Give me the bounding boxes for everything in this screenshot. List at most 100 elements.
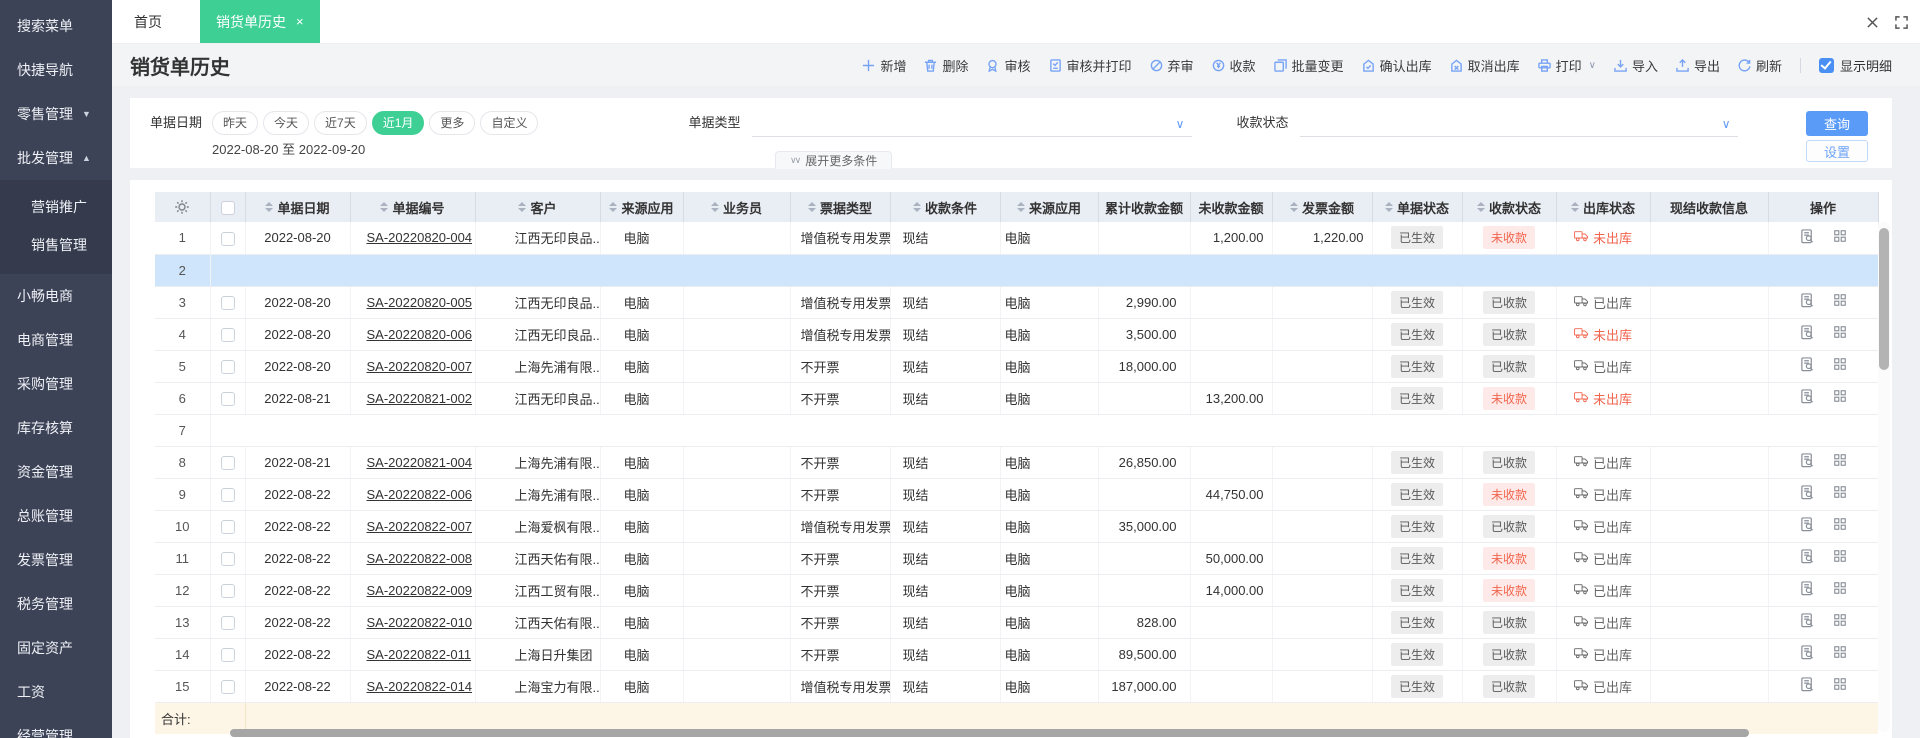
row-checkbox[interactable] xyxy=(220,391,235,406)
column-header-3[interactable]: 来源应用 xyxy=(600,192,684,222)
row-checkbox[interactable] xyxy=(220,615,235,630)
receive-payment-button[interactable]: 收款 xyxy=(1212,56,1256,75)
cancel-outbound-button[interactable]: 取消出库 xyxy=(1450,56,1520,75)
vertical-scrollbar-thumb[interactable] xyxy=(1879,228,1889,370)
column-header-9[interactable]: 未收款金额 xyxy=(1190,192,1273,222)
more-actions-grid-icon[interactable] xyxy=(1833,357,1847,372)
more-actions-grid-icon[interactable] xyxy=(1833,677,1847,692)
view-detail-icon[interactable] xyxy=(1800,581,1815,596)
sidebar-item-13[interactable]: 税务管理 xyxy=(0,582,112,626)
column-header-8[interactable]: 累计收款金额 xyxy=(1098,192,1191,222)
sidebar-item-15[interactable]: 工资 xyxy=(0,670,112,714)
row-checkbox[interactable] xyxy=(220,679,235,694)
date-preset-4[interactable]: 更多 xyxy=(429,111,476,135)
row-checkbox[interactable] xyxy=(220,295,235,310)
more-actions-grid-icon[interactable] xyxy=(1833,645,1847,660)
doc-no-link[interactable]: SA-20220822-006 xyxy=(367,487,473,502)
more-actions-grid-icon[interactable] xyxy=(1833,389,1847,404)
sidebar-item-11[interactable]: 总账管理 xyxy=(0,494,112,538)
select-all-header[interactable] xyxy=(210,192,246,222)
sidebar-item-7[interactable]: 电商管理 xyxy=(0,318,112,362)
more-actions-grid-icon[interactable] xyxy=(1833,581,1847,596)
add-button[interactable]: 新增 xyxy=(862,56,906,75)
column-header-12[interactable]: 收款状态 xyxy=(1462,192,1557,222)
more-actions-grid-icon[interactable] xyxy=(1833,453,1847,468)
column-header-13[interactable]: 出库状态 xyxy=(1556,192,1651,222)
row-checkbox[interactable] xyxy=(220,647,235,662)
table-row[interactable]: 13 2022-08-22 SA-20220822-010 江西天佑有限... 电脑 不开… xyxy=(155,606,1879,639)
doc-no-link[interactable]: SA-20220822-010 xyxy=(367,615,473,630)
checked-checkbox-icon[interactable] xyxy=(1818,57,1834,73)
view-detail-icon[interactable] xyxy=(1800,517,1815,532)
view-detail-icon[interactable] xyxy=(1800,229,1815,244)
doc-no-link[interactable]: SA-20220820-005 xyxy=(367,295,473,310)
doc-no-link[interactable]: SA-20220820-004 xyxy=(367,230,473,245)
doc-no-link[interactable]: SA-20220822-007 xyxy=(367,519,473,534)
row-checkbox[interactable] xyxy=(220,487,235,502)
column-header-14[interactable]: 现结收款信息 xyxy=(1650,192,1769,222)
more-actions-grid-icon[interactable] xyxy=(1833,549,1847,564)
show-detail-toggle[interactable]: 显示明细 xyxy=(1818,56,1892,75)
sidebar-item-3[interactable]: 批发管理 ▲ xyxy=(0,136,112,180)
view-detail-icon[interactable] xyxy=(1800,293,1815,308)
batch-change-button[interactable]: 批量变更 xyxy=(1273,56,1344,75)
sidebar-item-6[interactable]: 小畅电商 xyxy=(0,274,112,318)
column-header-7[interactable]: 来源应用 xyxy=(1000,192,1099,222)
sidebar-item-12[interactable]: 发票管理 xyxy=(0,538,112,582)
tab-sales-history[interactable]: 销货单历史 × xyxy=(200,0,320,43)
sidebar-item-10[interactable]: 资金管理 xyxy=(0,450,112,494)
horizontal-scrollbar-thumb[interactable] xyxy=(230,729,1749,737)
table-row[interactable]: 14 2022-08-22 SA-20220822-011 上海日升集团 电脑 不开票 现结… xyxy=(155,638,1879,671)
sidebar-item-14[interactable]: 固定资产 xyxy=(0,626,112,670)
export-button[interactable]: 导出 xyxy=(1676,56,1720,75)
row-checkbox[interactable] xyxy=(220,551,235,566)
close-window-icon[interactable] xyxy=(1866,16,1879,29)
column-header-2[interactable]: 客户 xyxy=(475,192,601,222)
doc-no-link[interactable]: SA-20220820-007 xyxy=(367,359,473,374)
row-checkbox[interactable] xyxy=(220,519,235,534)
refresh-button[interactable]: 刷新 xyxy=(1738,56,1782,75)
column-header-1[interactable]: 单据编号 xyxy=(350,192,476,222)
discard-audit-button[interactable]: 弃审 xyxy=(1150,56,1194,75)
doc-no-link[interactable]: SA-20220822-014 xyxy=(367,679,473,694)
row-checkbox[interactable] xyxy=(220,583,235,598)
sidebar-item-5[interactable]: 销售管理 xyxy=(0,226,112,264)
delete-button[interactable]: 删除 xyxy=(924,56,968,75)
table-row[interactable]: 7 xyxy=(155,414,1879,447)
pay-status-select[interactable]: ∨ xyxy=(1300,111,1739,137)
more-actions-grid-icon[interactable] xyxy=(1833,485,1847,500)
table-row[interactable]: 8 2022-08-21 SA-20220821-004 上海先浦有限... 电脑 不开票… xyxy=(155,446,1879,479)
column-header-0[interactable]: 单据日期 xyxy=(245,192,351,222)
more-actions-grid-icon[interactable] xyxy=(1833,325,1847,340)
table-row[interactable]: 9 2022-08-22 SA-20220822-006 上海先浦有限... 电脑 不开票… xyxy=(155,478,1879,511)
search-button[interactable]: 查询 xyxy=(1806,111,1868,136)
table-row[interactable]: 10 2022-08-22 SA-20220822-007 上海爱枫有限... 电脑 增值… xyxy=(155,510,1879,543)
table-row[interactable]: 1 2022-08-20 SA-20220820-004 江西无印良品... 电脑 增值税… xyxy=(155,222,1879,255)
import-button[interactable]: 导入 xyxy=(1614,56,1658,75)
table-row[interactable]: 12 2022-08-22 SA-20220822-009 江西工贸有限... 电脑 不开… xyxy=(155,574,1879,607)
row-checkbox[interactable] xyxy=(220,359,235,374)
sidebar-item-4[interactable]: 营销推广 xyxy=(0,188,112,226)
doc-no-link[interactable]: SA-20220820-006 xyxy=(367,327,473,342)
date-preset-1[interactable]: 今天 xyxy=(263,111,310,135)
date-preset-2[interactable]: 近7天 xyxy=(314,111,367,135)
more-actions-grid-icon[interactable] xyxy=(1833,293,1847,308)
column-settings-header[interactable] xyxy=(155,192,211,222)
fullscreen-icon[interactable] xyxy=(1895,15,1908,29)
table-row[interactable]: 6 2022-08-21 SA-20220821-002 江西无印良品... 电脑 不开票… xyxy=(155,382,1879,415)
sidebar-item-0[interactable]: 搜索菜单 xyxy=(0,4,112,48)
doc-no-link[interactable]: SA-20220821-002 xyxy=(367,391,473,406)
column-header-6[interactable]: 收款条件 xyxy=(890,192,1001,222)
view-detail-icon[interactable] xyxy=(1800,485,1815,500)
date-preset-3[interactable]: 近1月 xyxy=(371,111,425,135)
table-row[interactable]: 4 2022-08-20 SA-20220820-006 江西无印良品... 电脑 增值税… xyxy=(155,318,1879,351)
sidebar-item-2[interactable]: 零售管理 ▼ xyxy=(0,92,112,136)
audit-button[interactable]: 审核 xyxy=(986,56,1031,75)
view-detail-icon[interactable] xyxy=(1800,677,1815,692)
tab-close-icon[interactable]: × xyxy=(296,14,304,29)
view-detail-icon[interactable] xyxy=(1800,613,1815,628)
doc-no-link[interactable]: SA-20220821-004 xyxy=(367,455,473,470)
more-actions-grid-icon[interactable] xyxy=(1833,229,1847,244)
table-row[interactable]: 15 2022-08-22 SA-20220822-014 上海宝力有限... 电脑 增值… xyxy=(155,670,1879,703)
audit-print-button[interactable]: 审核并打印 xyxy=(1049,56,1132,75)
